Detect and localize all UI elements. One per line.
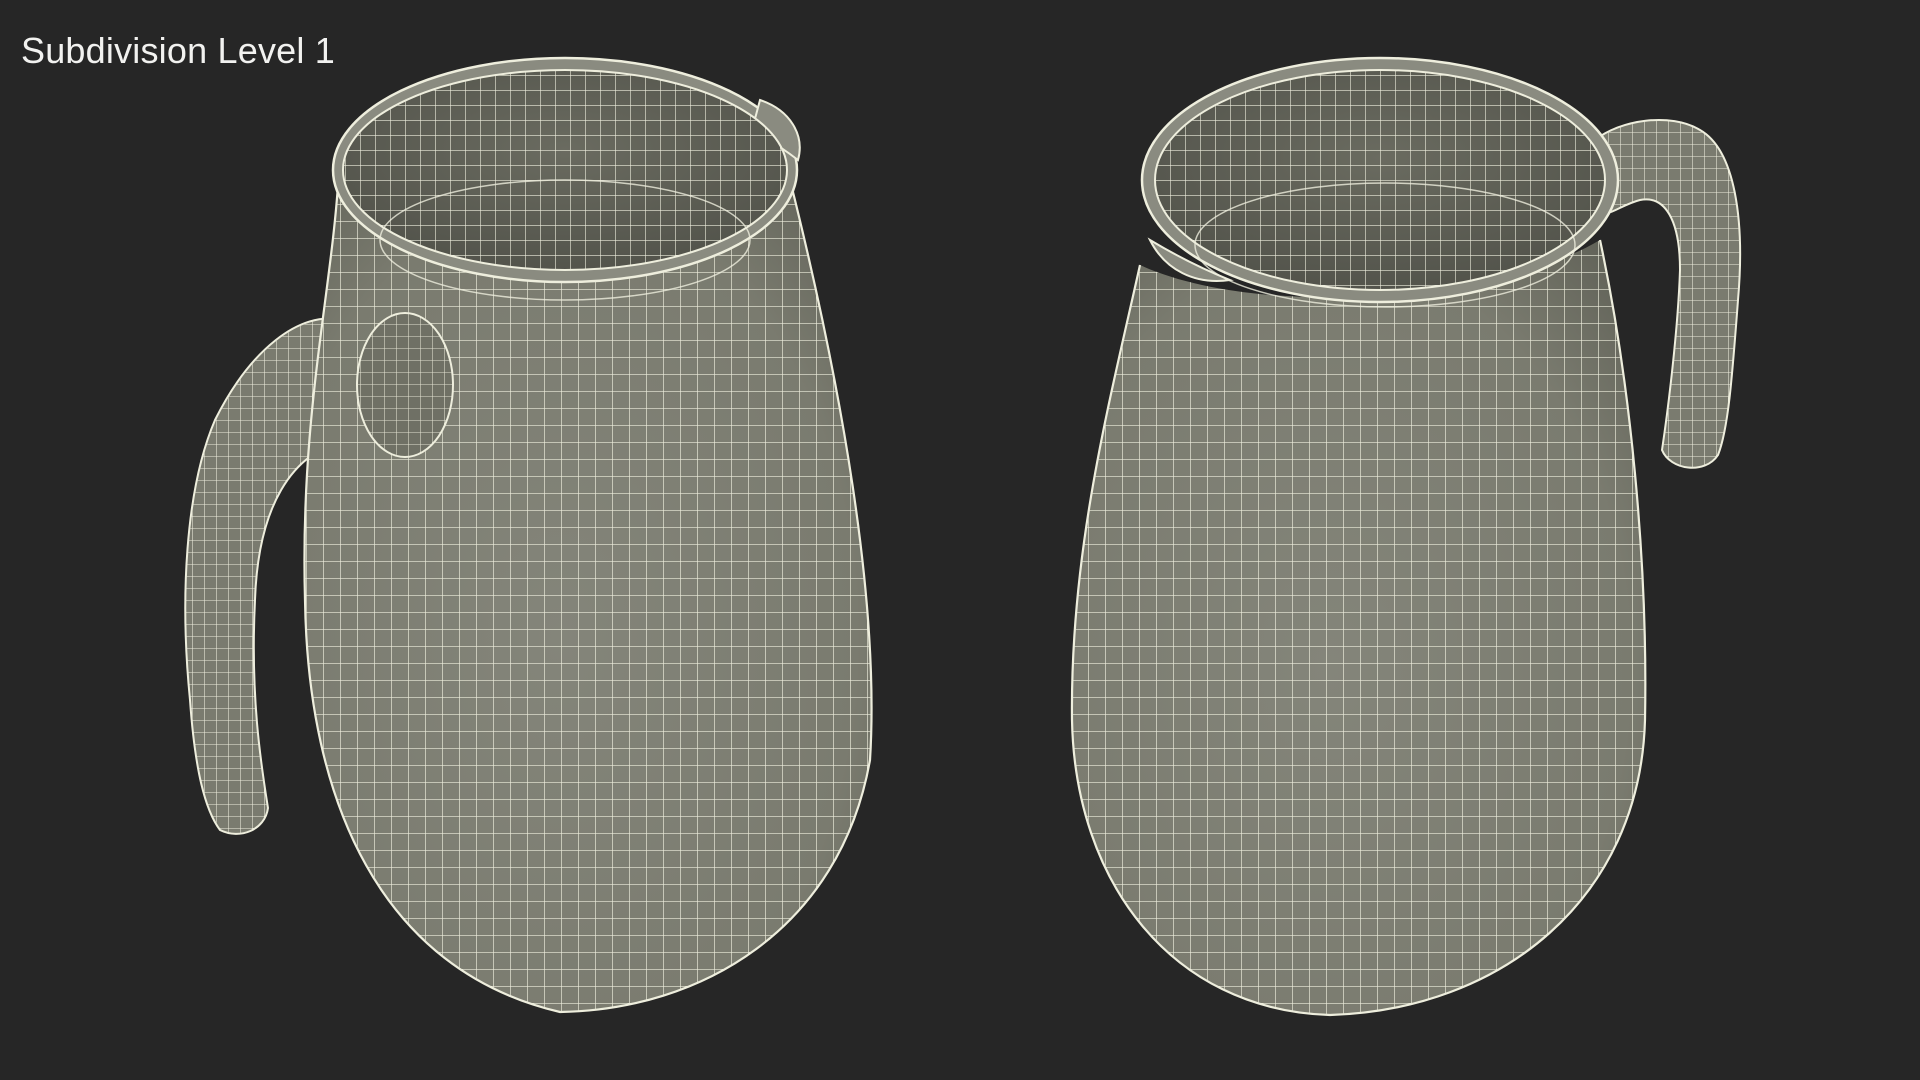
pitcher-right-body — [1070, 239, 1647, 1017]
render-viewport: Subdivision Level 1 — [0, 0, 1920, 1080]
pitcher-handle-right — [1070, 56, 1742, 1017]
pitcher-handle-left — [184, 56, 873, 1014]
wireframe-scene — [184, 56, 1742, 1017]
